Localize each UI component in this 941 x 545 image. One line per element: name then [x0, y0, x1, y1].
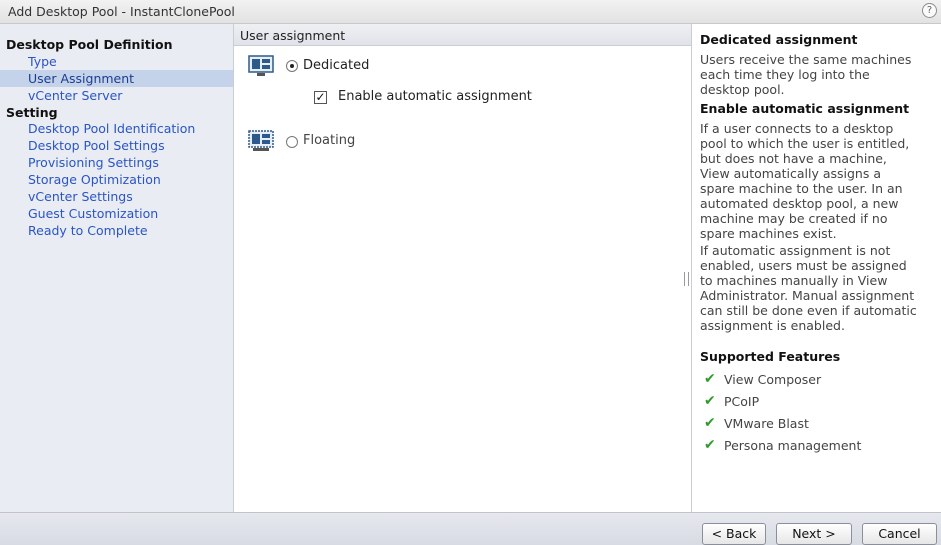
- floating-pool-icon: [248, 130, 274, 151]
- dedicated-radio[interactable]: [286, 60, 298, 72]
- panel-splitter-handle[interactable]: [684, 272, 689, 286]
- help-auto-title: Enable automatic assignment: [700, 101, 910, 116]
- nav-item-provisioning-settings[interactable]: Provisioning Settings: [0, 154, 233, 171]
- nav-section-desktop-pool-definition: Desktop Pool Definition: [6, 37, 173, 52]
- nav-item-vcenter-server[interactable]: vCenter Server: [0, 87, 233, 104]
- enable-automatic-assignment-checkbox[interactable]: ✓: [314, 91, 327, 104]
- floating-label: Floating: [303, 133, 356, 148]
- help-auto-text: If a user connects to a desktop pool to …: [700, 121, 910, 241]
- wizard-navigation: Desktop Pool Definition Type User Assign…: [0, 24, 234, 512]
- checkmark-icon: ✔: [704, 371, 716, 387]
- main-panel: User assignment Dedicated ✓ Enable autom…: [234, 24, 692, 512]
- nav-item-storage-optimization[interactable]: Storage Optimization: [0, 171, 233, 188]
- nav-item-desktop-pool-identification[interactable]: Desktop Pool Identification: [0, 120, 233, 137]
- back-button[interactable]: < Back: [702, 523, 766, 545]
- checkmark-icon: ✔: [704, 415, 716, 431]
- nav-item-guest-customization[interactable]: Guest Customization: [0, 205, 233, 222]
- nav-item-type[interactable]: Type: [0, 53, 233, 70]
- checkmark-icon: ✔: [704, 393, 716, 409]
- nav-item-desktop-pool-settings[interactable]: Desktop Pool Settings: [0, 137, 233, 154]
- floating-radio[interactable]: [286, 136, 298, 148]
- help-dedicated-text: Users receive the same machines each tim…: [700, 52, 912, 97]
- help-panel: Dedicated assignment Users receive the s…: [692, 24, 941, 512]
- next-button[interactable]: Next >: [776, 523, 852, 545]
- wizard-footer: < Back Next > Cancel: [0, 512, 941, 545]
- help-icon[interactable]: ?: [922, 3, 937, 18]
- nav-item-ready-to-complete[interactable]: Ready to Complete: [0, 222, 233, 239]
- nav-item-vcenter-settings[interactable]: vCenter Settings: [0, 188, 233, 205]
- cancel-button[interactable]: Cancel: [862, 523, 937, 545]
- help-manual-text: If automatic assignment is not enabled, …: [700, 243, 917, 333]
- dedicated-label: Dedicated: [303, 58, 370, 73]
- dedicated-pool-icon: [248, 55, 274, 76]
- nav-section-setting: Setting: [6, 105, 58, 120]
- enable-automatic-assignment-label: Enable automatic assignment: [338, 89, 532, 104]
- section-header: User assignment: [234, 24, 691, 46]
- help-features-title: Supported Features: [700, 349, 841, 364]
- help-dedicated-title: Dedicated assignment: [700, 32, 858, 47]
- window-title: Add Desktop Pool - InstantClonePool: [8, 4, 235, 19]
- checkmark-icon: ✔: [704, 437, 716, 453]
- title-bar: Add Desktop Pool - InstantClonePool ?: [0, 0, 941, 24]
- nav-item-user-assignment[interactable]: User Assignment: [0, 70, 233, 87]
